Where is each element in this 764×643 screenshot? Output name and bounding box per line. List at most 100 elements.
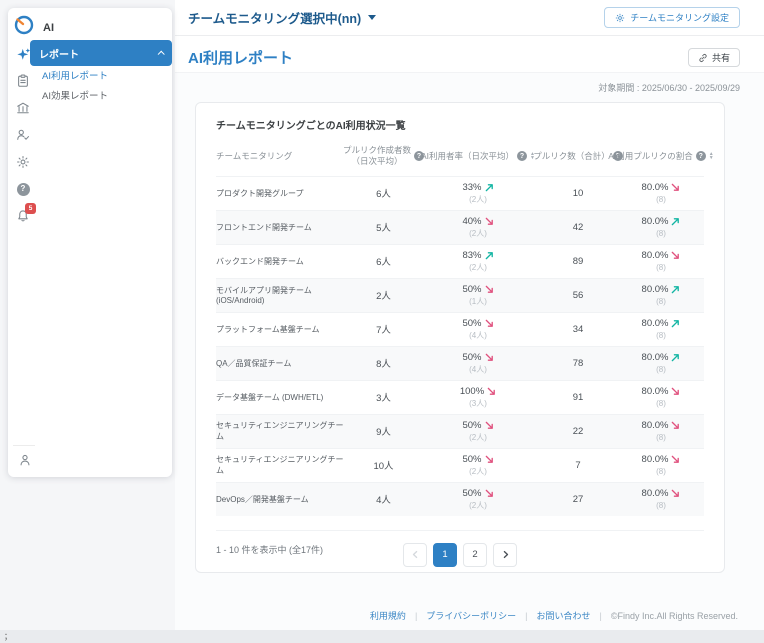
share-button[interactable]: 共有 [688, 48, 740, 67]
top-header-bar: チームモニタリング選択中(nn) チームモニタリング設定 [175, 0, 764, 36]
ai-pr-ratio-sub: (8) [656, 466, 666, 477]
table-row: DevOps／開発基盤チーム4人50%(2人)2780.0%(8) [216, 482, 704, 516]
trend-down-icon [485, 421, 494, 430]
sidebar-menu-label: レポート [39, 46, 79, 61]
footer-link-contact[interactable]: お問い合わせ [536, 609, 590, 622]
notification-bell-icon[interactable]: 5 [15, 208, 31, 224]
ai-usage-rate-cell: 50%(2人) [416, 453, 540, 477]
ai-pr-ratio-sub: (8) [656, 364, 666, 375]
user-check-icon[interactable] [15, 127, 31, 143]
ai-pr-ratio-sub: (8) [656, 296, 666, 307]
team-monitoring-selector[interactable]: チームモニタリング選択中(nn) [188, 8, 376, 27]
ai-usage-rate-sub: (2人) [469, 500, 487, 511]
ai-usage-rate-cell: 83%(2人) [416, 249, 540, 273]
ai-pr-ratio-value: 80.0% [642, 351, 669, 364]
ai-pr-ratio-value: 80.0% [642, 283, 669, 296]
sparkle-ai-icon[interactable] [15, 46, 31, 62]
team-name-cell: セキュリティエンジニアリングチーム [216, 420, 351, 442]
bottom-strip [0, 630, 764, 643]
sidebar-item-report[interactable]: レポート [30, 40, 172, 66]
ai-pr-ratio-cell: 80.0%(8) [616, 317, 706, 341]
pr-count-cell: 42 [540, 222, 616, 233]
next-page-button[interactable] [493, 543, 517, 567]
column-header-2[interactable]: AI利用者率（日次平均） [416, 145, 540, 168]
pr-authors-cell: 2人 [351, 288, 416, 302]
account-user-icon[interactable] [17, 452, 33, 468]
help-icon[interactable] [696, 151, 706, 161]
table-row: データ基盤チーム (DWH/ETL)3人100%(3人)9180.0%(8) [216, 380, 704, 414]
sidebar-item-ai-usage-report[interactable]: AI利用レポート [42, 71, 108, 82]
column-header-0: チームモニタリング [216, 145, 351, 168]
ai-usage-rate-sub: (2人) [469, 466, 487, 477]
pr-count-cell: 22 [540, 426, 616, 437]
team-name-cell: モバイルアプリ開発チーム (iOS/Android) [216, 285, 351, 305]
ai-usage-rate-value: 100% [460, 385, 484, 398]
column-label: プルリク数（合計） [533, 151, 610, 162]
footer-link-terms[interactable]: 利用規約 [370, 609, 406, 622]
clipboard-survey-icon[interactable] [15, 73, 31, 89]
column-header-3: プルリク数（合計） [540, 145, 616, 168]
link-icon [698, 53, 708, 63]
trend-down-icon [485, 455, 494, 464]
report-content-area: 対象期間 : 2025/06/30 - 2025/09/29 チームモニタリング… [175, 72, 764, 630]
column-label: チームモニタリング [216, 151, 292, 162]
findy-logo-icon[interactable] [12, 13, 36, 37]
sidebar-item-ai-effect-report[interactable]: AI効果レポート [42, 91, 108, 102]
team-name-cell: データ基盤チーム (DWH/ETL) [216, 392, 351, 403]
footer-separator: | [599, 611, 601, 621]
ai-pr-ratio-cell: 80.0%(8) [616, 351, 706, 375]
target-period-label: 対象期間 : 2025/06/30 - 2025/09/29 [175, 73, 764, 96]
sidebar-panel: AI レポート AI利用レポート AI効果レポート 5 [8, 8, 172, 477]
ai-usage-rate-value: 50% [462, 419, 481, 432]
trend-up-icon [485, 183, 494, 192]
pr-count-cell: 7 [540, 460, 616, 471]
pr-authors-cell: 4人 [351, 492, 416, 506]
prev-page-button [403, 543, 427, 567]
team-name-cell: プラットフォーム基盤チーム [216, 324, 351, 335]
ai-pr-ratio-cell: 80.0%(8) [616, 215, 706, 239]
team-name-cell: フロントエンド開発チーム [216, 222, 351, 233]
pr-authors-cell: 3人 [351, 390, 416, 404]
help-icon[interactable] [15, 181, 31, 197]
sort-icon[interactable] [709, 152, 714, 160]
ai-usage-table-card: チームモニタリングごとのAI利用状況一覧 チームモニタリングプルリク作成者数（日… [195, 102, 725, 573]
footer-copyright: ©Findy Inc.All Rights Reserved. [611, 611, 738, 621]
organization-icon[interactable] [15, 100, 31, 116]
settings-button-label: チームモニタリング設定 [630, 11, 729, 24]
team-name-cell: DevOps／開発基盤チーム [216, 494, 351, 505]
page-button-1[interactable]: 1 [433, 543, 457, 567]
pr-authors-cell: 9人 [351, 424, 416, 438]
ai-pr-ratio-value: 80.0% [642, 215, 669, 228]
ai-pr-ratio-sub: (8) [656, 228, 666, 239]
page-button-2[interactable]: 2 [463, 543, 487, 567]
ai-pr-ratio-value: 80.0% [642, 453, 669, 466]
footer-link-privacy[interactable]: プライバシーポリシー [426, 609, 516, 622]
ai-usage-rate-sub: (4人) [469, 364, 487, 375]
ai-pr-ratio-value: 80.0% [642, 487, 669, 500]
ai-pr-ratio-value: 80.0% [642, 317, 669, 330]
page-title: AI利用レポート [188, 47, 293, 68]
trend-down-icon [487, 387, 496, 396]
table-row: フロントエンド開発チーム5人40%(2人)4280.0%(8) [216, 210, 704, 244]
sidebar-logo-label: AI [43, 22, 54, 34]
ai-usage-rate-sub: (2人) [469, 262, 487, 273]
trend-up-icon [671, 217, 680, 226]
table-row: プロダクト開発グループ6人33%(2人)1080.0%(8) [216, 176, 704, 210]
trend-down-icon [671, 251, 680, 260]
help-icon[interactable] [517, 151, 527, 161]
team-name-cell: プロダクト開発グループ [216, 188, 351, 199]
pr-count-cell: 91 [540, 392, 616, 403]
ai-pr-ratio-sub: (8) [656, 500, 666, 511]
trend-up-icon [671, 319, 680, 328]
settings-gear-icon[interactable] [15, 154, 31, 170]
column-header-1: プルリク作成者数（日次平均） [351, 145, 416, 168]
column-header-4[interactable]: AI利用プルリクの割合 [616, 145, 706, 168]
column-label: AI利用者率（日次平均） [421, 151, 514, 162]
trend-down-icon [671, 387, 680, 396]
team-monitoring-settings-button[interactable]: チームモニタリング設定 [604, 7, 740, 28]
trend-down-icon [671, 455, 680, 464]
trend-up-icon [485, 251, 494, 260]
ai-usage-rate-cell: 33%(2人) [416, 181, 540, 205]
table-row: バックエンド開発チーム6人83%(2人)8980.0%(8) [216, 244, 704, 278]
gear-icon [615, 13, 625, 23]
